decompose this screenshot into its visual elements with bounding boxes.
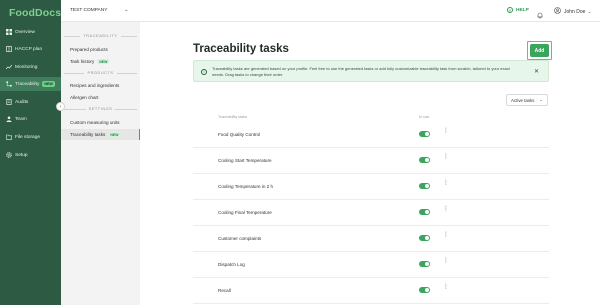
sidebar-item-team[interactable]: Team	[0, 112, 61, 126]
table-row[interactable]: Customer complaints ⋮	[193, 226, 549, 252]
sidebar-item-overview[interactable]: Overview	[0, 25, 61, 39]
in-use-toggle[interactable]	[419, 131, 430, 137]
column-header-name: Traceability tasks	[218, 115, 248, 119]
subnav-item-label: Recipes and ingredients	[70, 83, 120, 88]
task-name: Dispatch Log	[218, 262, 245, 267]
sidebar-item-label: HACCP plan	[15, 46, 43, 52]
sidebar-item-label: File storage	[15, 134, 41, 140]
task-name: Cooling Final Temperature	[218, 210, 272, 215]
task-name: Cooling Temperature in 2 h	[218, 184, 274, 189]
in-use-toggle[interactable]	[419, 287, 430, 293]
sidebar-item-label: Monitoring	[15, 64, 38, 70]
sidebar-item-label: Audits	[15, 99, 29, 105]
fooddocs-logo[interactable]: FoodDocs	[9, 7, 61, 19]
subnav-section-header: PRODUCTS	[61, 71, 140, 75]
chevron-down-icon: ⌄	[587, 8, 592, 15]
subnav-item-custom-measuring-units[interactable]: Custom measuring units	[61, 117, 140, 128]
subnav-item-prepared-products[interactable]: Prepared products	[61, 44, 140, 55]
task-name: Recall	[218, 288, 231, 293]
sidebar-item-audits[interactable]: Audits	[0, 95, 61, 109]
new-badge: NEW	[97, 58, 110, 65]
collapse-sidebar-button[interactable]: ‹	[56, 102, 65, 111]
subnav-item-label: Prepared products	[70, 47, 108, 52]
in-use-toggle[interactable]	[419, 209, 430, 215]
more-options-icon[interactable]: ⋮	[443, 207, 449, 212]
more-options-icon[interactable]: ⋮	[443, 285, 449, 290]
task-name: Cooling Start Temperature	[218, 158, 272, 163]
task-name: Customer complaints	[218, 236, 262, 241]
chevron-down-icon: ⌄	[539, 97, 543, 102]
table-row[interactable]: Food Quality Control ⋮	[193, 122, 549, 148]
sidebar-item-label: Overview	[15, 29, 35, 35]
more-options-icon[interactable]: ⋮	[443, 129, 449, 134]
grid-icon	[5, 29, 12, 36]
info-banner: i Traceability tasks are generated based…	[193, 60, 549, 82]
table-row[interactable]: Cooling Temperature in 2 h ⋮	[193, 174, 549, 200]
column-header-in-use: In use	[419, 115, 430, 119]
sidebar-item-monitoring[interactable]: Monitoring	[0, 60, 61, 74]
sidebar-item-traceability[interactable]: Traceability NEW	[0, 77, 61, 91]
team-icon	[5, 116, 12, 123]
sidebar-item-label: Traceability	[15, 81, 40, 87]
in-use-toggle[interactable]	[419, 261, 430, 267]
chart-icon	[5, 64, 12, 71]
more-options-icon[interactable]: ⋮	[443, 155, 449, 160]
subnav-item-traceability-tasks[interactable]: Traceability tasks NEW	[61, 129, 140, 140]
add-button[interactable]: Add	[530, 44, 549, 57]
sidebar-item-label: Team	[15, 116, 27, 122]
subnav-item-allergen-chart[interactable]: Allergen chart	[61, 92, 140, 103]
task-name: Food Quality Control	[218, 132, 261, 137]
company-selector[interactable]: TEST COMPANY	[70, 8, 107, 13]
primary-sidebar: FoodDocs Overview HACCP plan Monitoring …	[0, 0, 61, 305]
top-bar: TEST COMPANY ⌄ ? HELP John Doe ⌄	[61, 0, 600, 22]
help-link[interactable]: ? HELP	[507, 7, 529, 13]
folder-icon	[5, 134, 12, 141]
subnav-item-label: Custom measuring units	[70, 120, 120, 125]
user-menu[interactable]: John Doe ⌄	[554, 7, 592, 16]
task-filter-select[interactable]: Active tasks ⌄	[506, 94, 548, 106]
table-row[interactable]: Dispatch Log ⋮	[193, 252, 549, 278]
chevron-left-icon: ‹	[59, 103, 62, 110]
sidebar-item-file-storage[interactable]: File storage	[0, 130, 61, 144]
subnav-section-header: TRACEABILITY	[61, 34, 140, 38]
filter-value: Active tasks	[511, 97, 535, 103]
subnav-item-label: Traceability tasks	[70, 132, 106, 137]
user-name: John Doe	[564, 8, 586, 15]
subnav-section-header: SETTINGS	[61, 107, 140, 111]
more-options-icon[interactable]: ⋮	[443, 181, 449, 186]
new-badge: NEW	[108, 131, 121, 138]
book-icon	[5, 46, 12, 53]
help-label: HELP	[516, 7, 529, 13]
subnav-item-recipes-and-ingredients[interactable]: Recipes and ingredients	[61, 80, 140, 91]
in-use-toggle[interactable]	[419, 157, 430, 163]
sidebar-item-setup[interactable]: Setup	[0, 148, 61, 162]
subnav-item-task-history[interactable]: Task history NEW	[61, 56, 140, 67]
table-row[interactable]: Cooling Final Temperature ⋮	[193, 200, 549, 226]
sidebar-item-label: Setup	[15, 152, 28, 158]
more-options-icon[interactable]: ⋮	[443, 233, 449, 238]
sidebar-item-haccp-plan[interactable]: HACCP plan	[0, 42, 61, 56]
gear-icon	[5, 152, 12, 159]
close-icon[interactable]: ✕	[534, 68, 539, 75]
in-use-toggle[interactable]	[419, 183, 430, 189]
info-icon: i	[201, 69, 207, 75]
subnav-item-label: Allergen chart	[70, 95, 99, 100]
main-content: Traceability tasks Add i Traceability ta…	[140, 22, 600, 305]
more-options-icon[interactable]: ⋮	[443, 259, 449, 264]
table-row[interactable]: Cooling Start Temperature ⋮	[193, 148, 549, 174]
subnav-item-label: Task history	[70, 59, 95, 64]
in-use-toggle[interactable]	[419, 235, 430, 241]
user-avatar-icon	[554, 7, 561, 16]
secondary-sidebar: TRACEABILITY Prepared products Task hist…	[61, 22, 140, 305]
table-row[interactable]: Recall ⋮	[193, 278, 549, 304]
audit-icon	[5, 99, 12, 106]
help-icon: ?	[507, 7, 513, 13]
info-text: Traceability tasks are generated based o…	[212, 66, 510, 77]
page-title: Traceability tasks	[193, 43, 289, 55]
trace-icon	[5, 81, 12, 88]
chevron-down-icon[interactable]: ⌄	[124, 7, 129, 13]
new-badge: NEW	[42, 81, 55, 87]
